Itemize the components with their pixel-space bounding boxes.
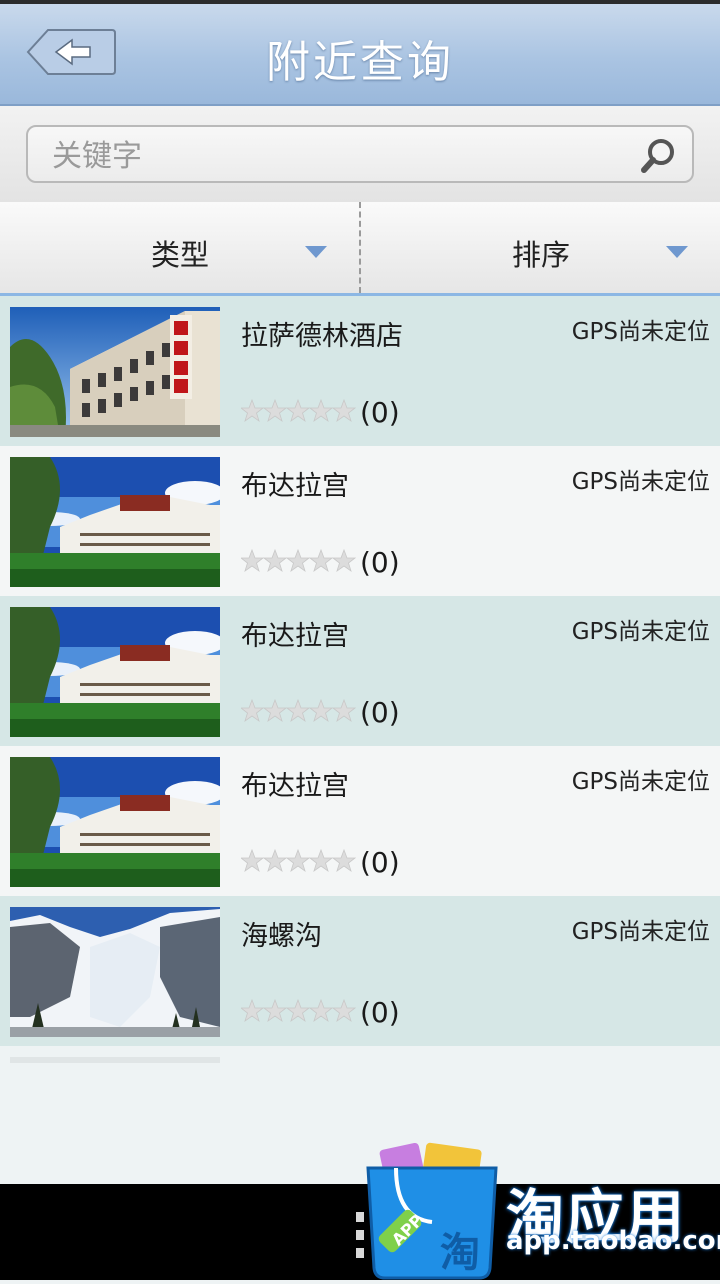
review-count: (0) <box>360 546 400 579</box>
dropdown-arrow-icon <box>305 246 327 258</box>
rating-stars <box>241 399 357 423</box>
title-bar: 附近查询 <box>0 0 720 106</box>
list-item[interactable]: 布达拉宫 GPS尚未定位 (0) <box>0 446 720 596</box>
gps-status: GPS尚未定位 <box>571 619 710 645</box>
sort-filter-label: 排序 <box>512 238 571 272</box>
gps-status: GPS尚未定位 <box>571 919 710 945</box>
item-title: 布达拉宫 <box>241 471 349 502</box>
item-title: 布达拉宫 <box>241 771 349 802</box>
partial-list-item <box>10 1057 220 1063</box>
svg-text:淘: 淘 <box>440 1230 480 1276</box>
rating-stars <box>241 999 357 1023</box>
search-bar <box>0 106 720 202</box>
list-item[interactable]: 布达拉宫 GPS尚未定位 (0) <box>0 746 720 896</box>
rating-stars <box>241 849 357 873</box>
search-box <box>26 125 694 183</box>
sort-filter[interactable]: 排序 <box>361 202 720 293</box>
search-icon[interactable] <box>640 136 678 174</box>
review-count: (0) <box>360 846 400 879</box>
ad-url-text: app.taobao.com <box>506 1226 720 1256</box>
gps-status: GPS尚未定位 <box>571 469 710 495</box>
list-item[interactable]: 布达拉宫 GPS尚未定位 (0) <box>0 596 720 746</box>
potala-palace-photo <box>10 607 220 737</box>
taobao-app-logo: APP 淘 <box>362 1138 502 1280</box>
rating-stars <box>241 549 357 573</box>
list-item[interactable]: 海螺沟 GPS尚未定位 (0) <box>0 896 720 1046</box>
rating-stars <box>241 699 357 723</box>
review-count: (0) <box>360 996 400 1029</box>
type-filter-label: 类型 <box>151 238 210 272</box>
item-title: 布达拉宫 <box>241 621 349 652</box>
list-item[interactable]: 拉萨德林酒店 GPS尚未定位 (0) <box>0 296 720 446</box>
review-count: (0) <box>360 696 400 729</box>
item-title: 海螺沟 <box>241 921 322 952</box>
review-count: (0) <box>360 396 400 429</box>
filter-bar: 类型 排序 <box>0 202 720 296</box>
item-title: 拉萨德林酒店 <box>241 321 403 352</box>
type-filter[interactable]: 类型 <box>0 202 359 293</box>
dropdown-arrow-icon <box>666 246 688 258</box>
potala-palace-photo <box>10 457 220 587</box>
gps-status: GPS尚未定位 <box>571 769 710 795</box>
gps-status: GPS尚未定位 <box>571 319 710 345</box>
result-list: 拉萨德林酒店 GPS尚未定位 (0) 布达拉宫 GPS尚未定位 (0) 布达拉宫… <box>0 296 720 1046</box>
search-input[interactable] <box>50 137 634 175</box>
page-title: 附近查询 <box>266 37 454 88</box>
hotel-photo <box>10 307 220 437</box>
potala-palace-photo <box>10 757 220 887</box>
glacier-photo <box>10 907 220 1037</box>
